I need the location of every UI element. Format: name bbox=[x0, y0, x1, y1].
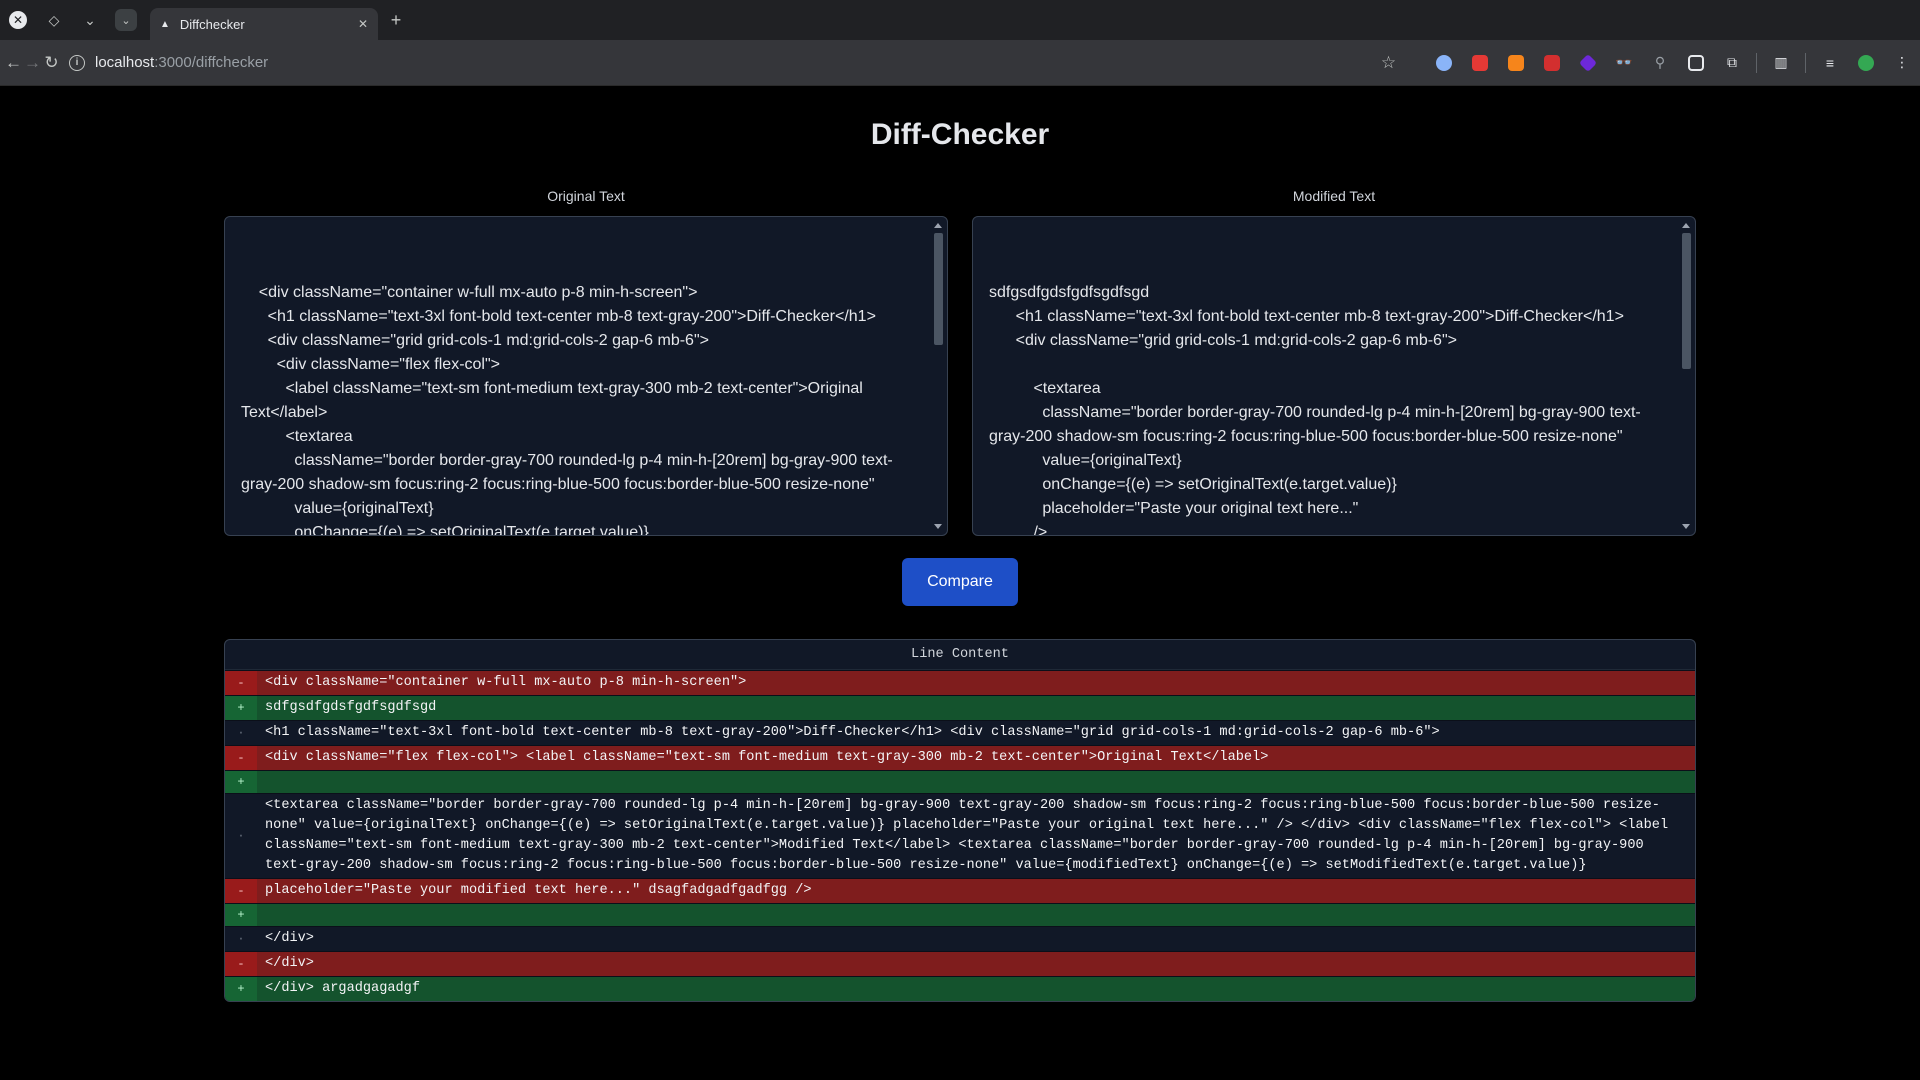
diff-marker: + bbox=[225, 696, 257, 720]
browser-tab-bar: ✕ ◇ ⌄ ⌄ ▲ Diffchecker ✕ + bbox=[0, 0, 1920, 40]
lock-icon[interactable] bbox=[1462, 45, 1498, 81]
diff-row-same: · <h1 className="text-3xl font-bold text-… bbox=[225, 720, 1695, 745]
toolbar-divider bbox=[1805, 52, 1806, 73]
profile-avatar-icon[interactable] bbox=[1848, 45, 1884, 81]
media-control-icon[interactable]: ≡ bbox=[1812, 45, 1848, 81]
diff-marker: - bbox=[225, 952, 257, 976]
extensions-icon[interactable]: ⧉ bbox=[1714, 45, 1750, 81]
diff-row-removed: - <div className="container w-full mx-aut… bbox=[225, 670, 1695, 695]
back-icon[interactable]: ← bbox=[4, 45, 23, 81]
diff-marker: · bbox=[237, 829, 245, 843]
modified-textarea-content: sdfgsdfgdsfgdfsgdfsgd <h1 className="tex… bbox=[989, 284, 1641, 536]
modified-text-label: Modified Text bbox=[1292, 188, 1376, 204]
diff-line-content: <h1 className="text-3xl font-bold text-c… bbox=[265, 725, 1440, 740]
diff-line-content: </div> bbox=[265, 931, 314, 946]
diff-marker: · bbox=[237, 726, 245, 740]
diff-marker: + bbox=[225, 977, 257, 1001]
url-path: :3000/diffchecker bbox=[154, 54, 269, 71]
diff-line-content: </div> argadgagadgf bbox=[265, 981, 420, 996]
close-tab-icon[interactable]: ✕ bbox=[358, 17, 368, 31]
diamond-icon[interactable]: ◇ bbox=[36, 0, 72, 40]
diff-line-content: </div> bbox=[265, 956, 314, 971]
diff-row-same: · <textarea className="border border-gray… bbox=[225, 793, 1695, 878]
tab-search-icon[interactable]: ⌄ bbox=[108, 0, 144, 40]
diff-row-same: · </div> bbox=[225, 926, 1695, 951]
diff-line-content: <div className="container w-full mx-auto… bbox=[265, 675, 747, 690]
address-bar: ← → ↻ i localhost:3000/diffchecker ☆ 👓 ⚲… bbox=[0, 40, 1920, 86]
bookmark-star-icon[interactable]: ☆ bbox=[1379, 45, 1398, 81]
url-field[interactable]: i localhost:3000/diffchecker bbox=[69, 46, 1379, 80]
diff-row-added: + bbox=[225, 903, 1695, 926]
window-icon[interactable] bbox=[1678, 45, 1714, 81]
browser-tab[interactable]: ▲ Diffchecker ✕ bbox=[150, 8, 378, 40]
forward-icon[interactable]: → bbox=[23, 45, 42, 81]
diff-result-table: Line Content - <div className="container … bbox=[224, 639, 1696, 1002]
new-tab-icon[interactable]: + bbox=[378, 0, 414, 40]
diff-line-content: <div className="flex flex-col"> <label c… bbox=[265, 750, 1269, 765]
diff-line-content: <textarea className="border border-gray-… bbox=[265, 798, 1677, 873]
diff-row-removed: - <div className="flex flex-col"> <label … bbox=[225, 745, 1695, 770]
tab-title: Diffchecker bbox=[179, 16, 245, 32]
scroll-thumb[interactable] bbox=[934, 233, 943, 345]
diff-marker: - bbox=[225, 746, 257, 770]
modified-textarea[interactable]: sdfgsdfgdsfgdfsgdfsgd <h1 className="tex… bbox=[972, 216, 1696, 536]
original-textarea[interactable]: <div className="container w-full mx-auto… bbox=[224, 216, 948, 536]
url-host: localhost bbox=[95, 54, 155, 71]
reload-icon[interactable]: ↻ bbox=[42, 45, 61, 81]
gem-icon[interactable] bbox=[1570, 45, 1606, 81]
original-text-label: Original Text bbox=[547, 188, 625, 204]
extensions-row: 👓 ⚲ ⧉ ▥ ≡ ⋮ bbox=[1426, 45, 1920, 81]
original-scrollbar[interactable] bbox=[931, 221, 945, 531]
site-info-icon[interactable]: i bbox=[69, 54, 85, 71]
original-textarea-content: <div className="container w-full mx-auto… bbox=[241, 284, 893, 536]
side-panel-icon[interactable]: ▥ bbox=[1763, 45, 1799, 81]
page-title: Diff-Checker bbox=[870, 118, 1050, 151]
diff-row-added: + sdfgsdfgdsfgdfsgdfsgd bbox=[225, 695, 1695, 720]
modified-scrollbar[interactable] bbox=[1679, 221, 1693, 531]
diff-rows: - <div className="container w-full mx-aut… bbox=[225, 670, 1695, 1001]
diff-marker: · bbox=[237, 932, 245, 946]
diff-header: Line Content bbox=[225, 640, 1695, 670]
scroll-up-arrow-icon[interactable] bbox=[934, 223, 942, 228]
pin-icon[interactable]: ⚲ bbox=[1642, 45, 1678, 81]
menu-kebab-icon[interactable]: ⋮ bbox=[1884, 45, 1920, 81]
diff-line-content: sdfgsdfgdsfgdfsgdfsgd bbox=[265, 700, 437, 715]
triangle-favicon-icon: ▲ bbox=[160, 18, 170, 30]
diff-marker: - bbox=[225, 671, 257, 695]
scroll-up-arrow-icon[interactable] bbox=[1682, 223, 1690, 228]
diff-row-added: + </div> argadgagadgf bbox=[225, 976, 1695, 1001]
chevron-down-icon[interactable]: ⌄ bbox=[72, 0, 108, 40]
diff-marker: + bbox=[225, 904, 257, 926]
scroll-down-arrow-icon[interactable] bbox=[934, 524, 942, 529]
diff-marker: + bbox=[225, 771, 257, 793]
close-all-icon[interactable]: ✕ bbox=[0, 0, 36, 40]
scroll-thumb[interactable] bbox=[1682, 233, 1691, 369]
glasses-icon[interactable]: 👓 bbox=[1606, 45, 1642, 81]
toolbar-divider bbox=[1756, 52, 1757, 73]
diff-row-removed: - </div> bbox=[225, 951, 1695, 976]
diff-line-content: placeholder="Paste your modified text he… bbox=[265, 883, 812, 898]
scroll-down-arrow-icon[interactable] bbox=[1682, 524, 1690, 529]
diff-line-content bbox=[257, 904, 1695, 926]
bard-icon[interactable] bbox=[1426, 45, 1462, 81]
compare-button[interactable]: Compare bbox=[902, 558, 1018, 606]
diff-marker: - bbox=[225, 879, 257, 903]
diff-line-content bbox=[257, 771, 1695, 793]
puzzle-red-icon[interactable] bbox=[1534, 45, 1570, 81]
diff-row-removed: - placeholder="Paste your modified text h… bbox=[225, 878, 1695, 903]
page: Diff-Checker Original Text Modified Text… bbox=[0, 86, 1920, 1080]
fox-icon[interactable] bbox=[1498, 45, 1534, 81]
diff-row-added: + bbox=[225, 770, 1695, 793]
